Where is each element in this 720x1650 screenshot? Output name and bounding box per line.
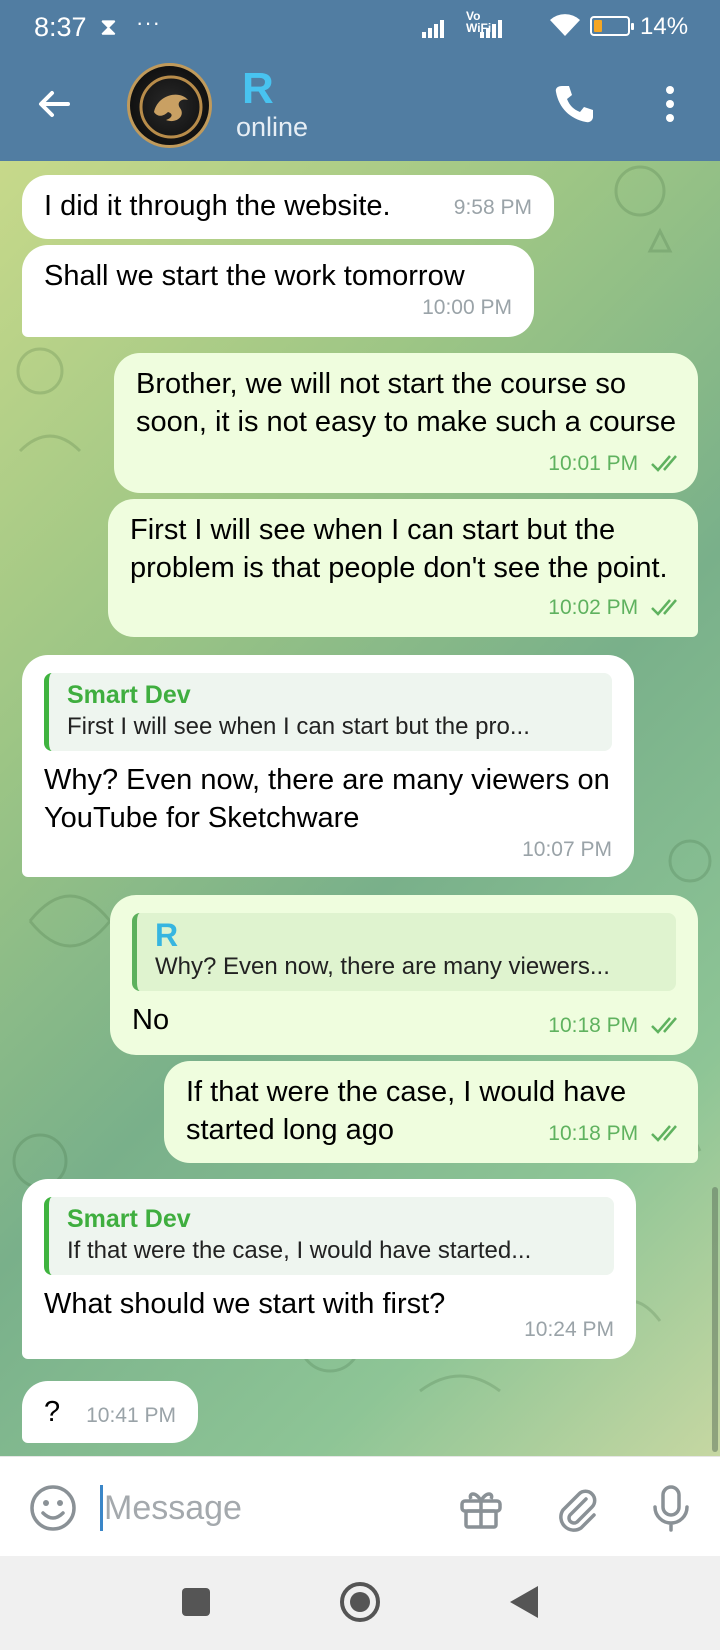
mic-icon[interactable]: [646, 1483, 696, 1533]
battery-icon: [590, 16, 634, 36]
reply-author: Smart Dev: [67, 681, 191, 709]
nav-back-icon[interactable]: [506, 1582, 542, 1627]
message-time: 10:24 PM: [524, 1318, 614, 1341]
message-time: 10:00 PM: [422, 296, 512, 319]
reply-author: Smart Dev: [67, 1205, 191, 1233]
message-bubble-incoming[interactable]: ? 10:41 PM: [22, 1381, 198, 1443]
message-bubble-outgoing[interactable]: If that were the case, I would have star…: [164, 1061, 698, 1163]
message-time: 10:18 PM: [548, 1014, 639, 1037]
scrollbar[interactable]: [712, 1187, 718, 1452]
message-time-read: 10:18 PM: [548, 1007, 684, 1045]
back-arrow-icon[interactable]: [30, 80, 78, 128]
message-text: I did it through the website.: [44, 190, 391, 222]
contact-name[interactable]: R: [242, 64, 274, 114]
reply-quote: If that were the case, I would have star…: [67, 1237, 532, 1264]
message-composer: [0, 1456, 720, 1556]
message-time: 10:02 PM: [548, 596, 639, 619]
message-bubble-outgoing[interactable]: Brother, we will not start the course so…: [114, 353, 698, 493]
message-time-read: 10:01 PM: [548, 445, 684, 483]
message-time-read: 10:18 PM: [548, 1115, 684, 1153]
avatar[interactable]: [127, 63, 212, 148]
nav-home-icon[interactable]: [338, 1580, 382, 1629]
double-check-icon: [651, 455, 677, 472]
vowifi-label: Vo WiFi: [466, 9, 492, 35]
message-text: No: [132, 1004, 170, 1036]
wifi-icon: [548, 12, 582, 43]
text-cursor: [100, 1485, 103, 1531]
status-bar: 8:37 ⧗ ··· Vo WiFi 14%: [0, 0, 720, 52]
nav-recents-icon[interactable]: [178, 1584, 214, 1625]
status-time: 8:37: [34, 12, 87, 42]
message-text: Why? Even now, there are many viewers on…: [44, 764, 610, 834]
message-bubble-incoming[interactable]: Smart Dev First I will see when I can st…: [22, 655, 634, 877]
chat-area[interactable]: I did it through the website. 9:58 PM Sh…: [0, 161, 720, 1456]
message-bubble-outgoing[interactable]: First I will see when I can start but th…: [108, 499, 698, 637]
message-time-read: 10:02 PM: [548, 589, 684, 627]
chat-header: 8:37 ⧗ ··· Vo WiFi 14% R online: [0, 0, 720, 161]
message-bubble-incoming[interactable]: Smart Dev If that were the case, I would…: [22, 1179, 636, 1359]
battery-percent: 14%: [640, 13, 689, 40]
more-vert-icon[interactable]: [660, 82, 680, 126]
reply-preview[interactable]: Smart Dev First I will see when I can st…: [44, 673, 612, 751]
message-bubble-incoming[interactable]: Shall we start the work tomorrow 10:00 P…: [22, 245, 534, 337]
double-check-icon: [651, 599, 677, 616]
double-check-icon: [651, 1017, 677, 1034]
message-text: Brother, we will not start the course so…: [136, 368, 676, 438]
double-check-icon: [651, 1125, 677, 1142]
message-text: Shall we start the work tomorrow: [44, 260, 465, 292]
gift-icon[interactable]: [456, 1483, 506, 1533]
message-time: 10:07 PM: [522, 838, 612, 861]
message-time: 10:18 PM: [548, 1122, 639, 1145]
message-time: 10:01 PM: [548, 452, 639, 475]
message-text: ?: [44, 1396, 61, 1428]
contact-status: online: [236, 112, 309, 142]
reply-preview[interactable]: R Why? Even now, there are many viewers.…: [132, 913, 676, 991]
more-notifications-icon: ···: [136, 10, 161, 35]
message-input[interactable]: [104, 1483, 424, 1533]
emoji-icon[interactable]: [28, 1483, 78, 1533]
reply-quote: Why? Even now, there are many viewers...: [155, 953, 610, 980]
message-text: First I will see when I can start but th…: [130, 514, 668, 584]
attach-icon[interactable]: [552, 1483, 602, 1533]
reply-quote: First I will see when I can start but th…: [67, 713, 530, 740]
reply-preview[interactable]: Smart Dev If that were the case, I would…: [44, 1197, 614, 1275]
phone-icon[interactable]: [552, 82, 596, 126]
hourglass-icon: ⧗: [100, 14, 117, 41]
message-time: 10:41 PM: [86, 1404, 176, 1427]
message-bubble-incoming[interactable]: I did it through the website. 9:58 PM: [22, 175, 554, 239]
message-time: 9:58 PM: [453, 196, 532, 219]
message-text: What should we start with first?: [44, 1288, 446, 1320]
message-bubble-outgoing[interactable]: R Why? Even now, there are many viewers.…: [110, 895, 698, 1055]
system-nav-bar: [0, 1556, 720, 1650]
reply-author: R: [155, 917, 179, 953]
